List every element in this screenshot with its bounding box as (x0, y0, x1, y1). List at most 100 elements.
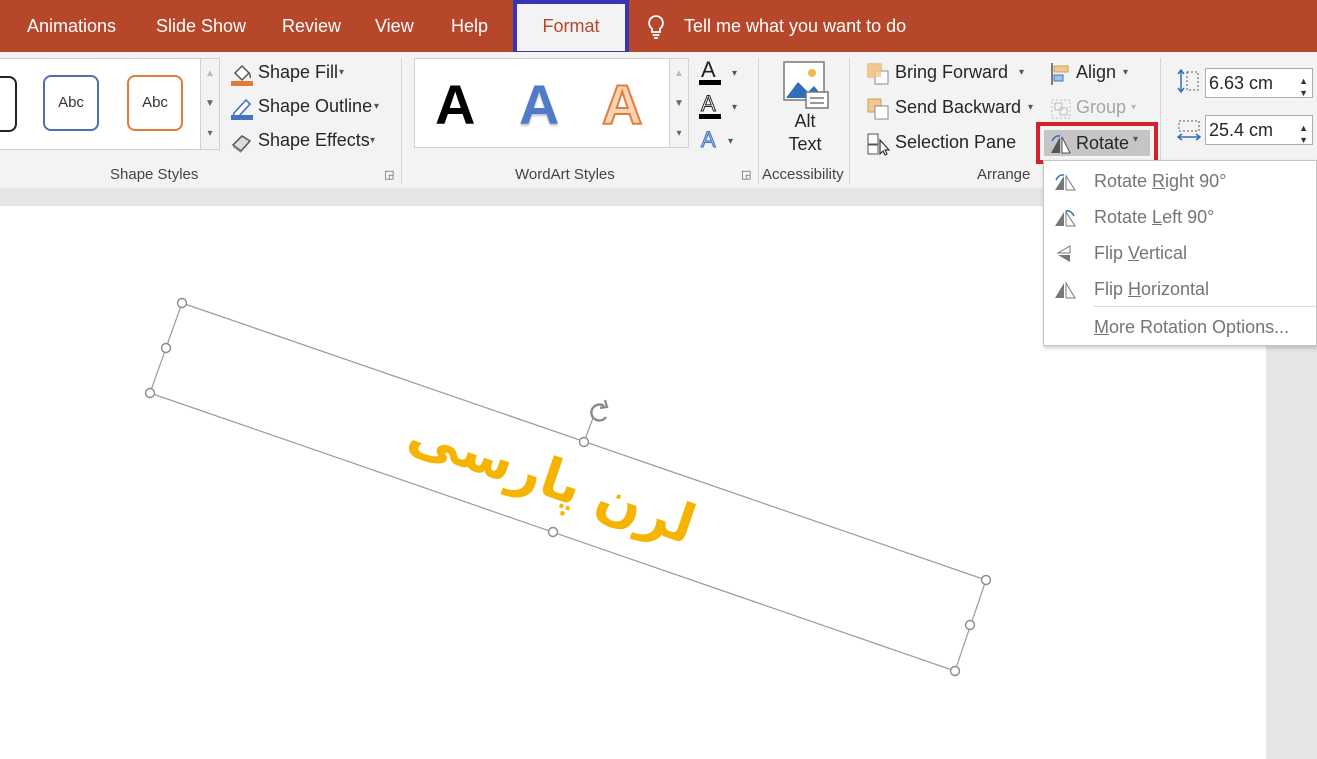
group-divider (401, 58, 402, 184)
menu-text: Rotate (1094, 207, 1153, 227)
tab-slide-show[interactable]: Slide Show (156, 0, 246, 52)
tab-help[interactable]: Help (451, 0, 488, 52)
menu-item-flip-vertical[interactable]: Flip Vertical (1044, 235, 1316, 271)
svg-text:A: A (701, 92, 716, 116)
group-label-wordart-styles: WordArt Styles (515, 166, 615, 183)
pencil-icon (231, 98, 253, 120)
align-icon (1051, 63, 1069, 85)
menu-text: ight 90° (1165, 171, 1227, 191)
shape-style-blue[interactable]: Abc (43, 75, 99, 131)
resize-handle[interactable] (980, 574, 992, 586)
menu-text: Flip (1094, 243, 1129, 263)
chevron-down-icon: ▾ (339, 67, 345, 78)
resize-handle[interactable] (144, 387, 156, 399)
bring-forward-icon (867, 63, 889, 85)
text-fill-icon: A (699, 57, 721, 85)
tab-view[interactable]: View (375, 0, 414, 52)
wordart-gallery: A A A (414, 58, 670, 148)
tab-format[interactable]: Format (513, 0, 629, 55)
menu-item-rotate-left[interactable]: Rotate Left 90° (1044, 199, 1316, 235)
ribbon-tab-bar: Animations Slide Show Review View Help F… (0, 0, 1317, 55)
alt-text-button[interactable]: Alt Text (770, 58, 840, 162)
resize-handle[interactable] (964, 619, 976, 631)
send-backward-icon (867, 98, 889, 120)
shape-width-input[interactable]: 25.4 cm ▲ ▼ (1205, 115, 1313, 145)
menu-item-more-rotation-options[interactable]: More Rotation Options... (1044, 309, 1316, 345)
selection-pane-icon (867, 133, 890, 156)
menu-item-flip-horizontal[interactable]: Flip Horizontal (1044, 271, 1316, 307)
lightbulb-icon (648, 15, 664, 39)
wordart-style-blue[interactable]: A (519, 75, 559, 135)
chevron-down-icon: ▾ (1133, 134, 1139, 145)
tab-animations[interactable]: Animations (27, 0, 116, 52)
menu-accesskey: H (1128, 279, 1142, 299)
resize-handle[interactable] (176, 297, 188, 309)
spin-down-icon[interactable]: ▼ (1299, 79, 1308, 107)
resize-handle[interactable] (578, 436, 590, 448)
dialog-launcher-icon[interactable]: ◲ (741, 168, 751, 181)
bring-forward-label: Bring Forward (895, 62, 1009, 82)
rotate-dropdown-menu: Rotate Right 90° Rotate Left 90° Flip Ve… (1043, 160, 1317, 346)
gallery-down-icon[interactable]: ▼ (201, 89, 219, 118)
chevron-down-icon: ▾ (1123, 67, 1129, 78)
gallery-more-icon[interactable]: ▾ (670, 119, 688, 148)
spin-down-icon[interactable]: ▼ (1299, 126, 1308, 154)
svg-text:A: A (701, 58, 716, 82)
menu-accesskey: V (1128, 243, 1140, 263)
chevron-down-icon: ▾ (1028, 102, 1034, 113)
shape-width-icon (1176, 120, 1202, 141)
chevron-down-icon: ▾ (732, 68, 738, 79)
wordart-gallery-scroll: ▲ ▼ ▾ (669, 58, 689, 148)
group-icon (1051, 99, 1071, 119)
menu-text: orizontal (1141, 279, 1210, 299)
menu-text: Rotate (1094, 171, 1153, 191)
resize-handle[interactable] (547, 526, 559, 538)
selection-pane-label: Selection Pane (895, 132, 1017, 152)
align-label: Align (1076, 62, 1117, 82)
shape-style-sample-text: Abc (142, 94, 168, 111)
alt-text-label-1: Alt (794, 111, 816, 131)
shape-style-sample-text: Abc (58, 94, 84, 111)
send-backward-label: Send Backward (895, 97, 1022, 117)
menu-text: ore Rotation Options... (1109, 317, 1290, 337)
dialog-launcher-icon[interactable]: ◲ (384, 168, 394, 181)
rotate-right-icon (1055, 174, 1076, 191)
rotate-label: Rotate (1076, 133, 1130, 153)
menu-text: Flip (1094, 279, 1129, 299)
tell-me-label: Tell me what you want to do (684, 16, 907, 36)
gallery-down-icon[interactable]: ▼ (670, 89, 688, 118)
menu-text: eft 90° (1162, 207, 1215, 227)
shape-styles-gallery-scroll: ▲ ▼ ▾ (200, 58, 220, 150)
menu-separator (1094, 306, 1316, 307)
resize-handle[interactable] (160, 342, 172, 354)
gallery-up-icon[interactable]: ▲ (670, 59, 688, 88)
flip-vertical-icon (1056, 245, 1071, 262)
menu-accesskey: R (1152, 171, 1166, 191)
paint-bucket-icon (231, 64, 253, 86)
shape-width-value: 25.4 cm (1209, 120, 1274, 140)
menu-accesskey: M (1094, 317, 1109, 337)
rotation-handle-icon[interactable] (590, 399, 609, 422)
text-outline-button[interactable]: A ▾ (698, 91, 737, 126)
text-effects-icon: A (701, 127, 717, 153)
text-fill-button[interactable]: A ▾ (698, 57, 737, 92)
resize-handle[interactable] (949, 665, 961, 677)
shape-height-input[interactable]: 6.63 cm ▲ ▼ (1205, 68, 1313, 98)
wordart-style-black[interactable]: A (435, 75, 475, 135)
wordart-style-orange[interactable]: A (601, 74, 643, 136)
group-divider (758, 58, 759, 184)
tab-review[interactable]: Review (282, 0, 341, 52)
shape-style-orange[interactable]: Abc (127, 75, 183, 131)
menu-item-rotate-right[interactable]: Rotate Right 90° (1044, 163, 1316, 199)
menu-text: ertical (1139, 243, 1188, 263)
gallery-up-icon[interactable]: ▲ (201, 59, 219, 88)
chevron-down-icon: ▾ (1019, 67, 1025, 78)
rotate-button[interactable]: Rotate ▾ (1036, 122, 1158, 164)
group-label: Group (1076, 97, 1127, 117)
text-effects-button[interactable]: A ▾ (698, 126, 734, 160)
group-divider (849, 58, 850, 184)
rotate-left-icon (1055, 210, 1076, 227)
shape-style-black[interactable] (0, 76, 17, 132)
shape-height-icon (1177, 68, 1199, 94)
gallery-more-icon[interactable]: ▾ (201, 119, 219, 148)
